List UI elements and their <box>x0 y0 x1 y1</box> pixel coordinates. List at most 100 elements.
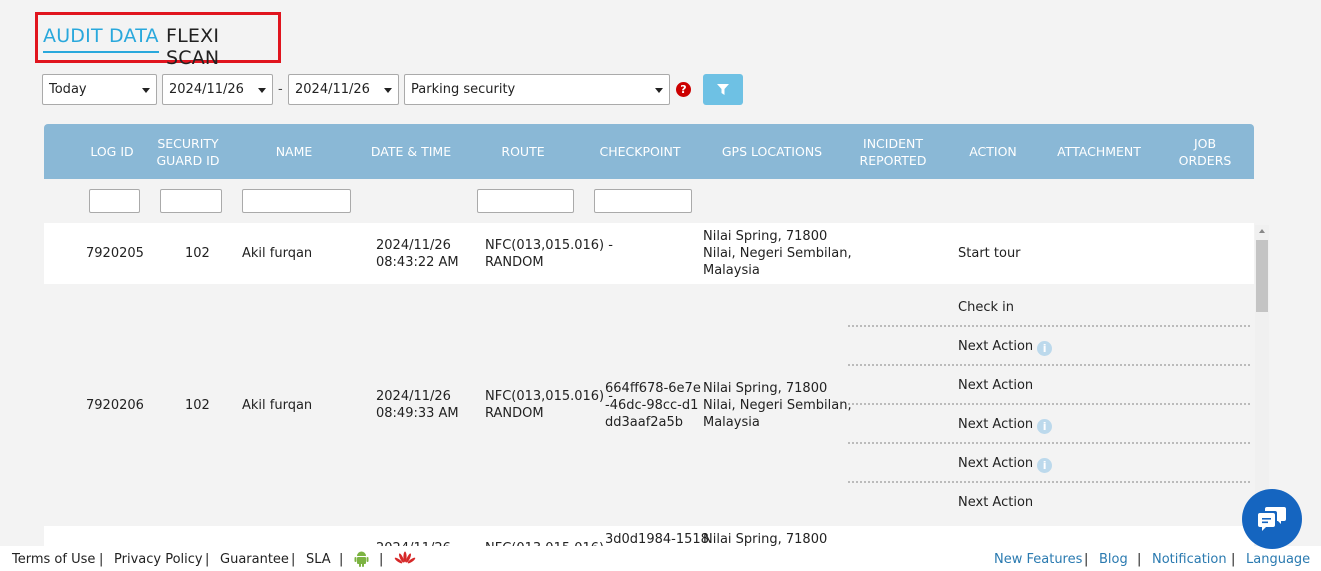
footer-separator: | <box>339 552 344 567</box>
footer-separator: | <box>379 552 384 567</box>
action-cell: Start tour <box>958 246 1021 261</box>
terms-link[interactable]: Terms of Use <box>12 552 95 567</box>
tab-audit-data[interactable]: AUDIT DATA <box>43 25 159 53</box>
new-features-link[interactable]: New Features <box>994 552 1082 567</box>
tab-highlight-box: AUDIT DATA FLEXI SCAN <box>35 12 281 69</box>
info-icon[interactable]: i <box>1037 458 1053 473</box>
chevron-down-icon <box>655 88 663 93</box>
period-select[interactable]: Today <box>42 74 157 105</box>
col-incident-reported[interactable]: INCIDENT REPORTED <box>852 124 934 179</box>
footer-separator: | <box>99 552 104 567</box>
action-cell: Next Action <box>958 378 1034 393</box>
huawei-icon[interactable] <box>394 551 416 566</box>
action-divider <box>848 325 1250 327</box>
col-gps-locations[interactable]: GPS LOCATIONS <box>706 124 838 179</box>
gps-cell: Nilai Spring, 71800 <box>703 229 828 244</box>
footer: Terms of Use | Privacy Policy | Guarante… <box>0 546 1321 571</box>
android-icon[interactable] <box>354 551 369 567</box>
route-filter-input[interactable] <box>477 189 574 213</box>
route-cell: NFC(013,015.016) - <box>485 238 613 253</box>
footer-separator: | <box>1137 552 1142 567</box>
sla-link[interactable]: SLA <box>306 552 331 567</box>
time-cell: 08:49:33 AM <box>376 406 459 421</box>
table-row[interactable]: 7920206 102 Akil furqan 2024/11/26 08:49… <box>44 284 1254 526</box>
footer-separator: | <box>291 552 296 567</box>
action-divider <box>848 403 1250 405</box>
action-cell: Next Action i <box>958 338 1053 356</box>
date-from-value: 2024/11/26 <box>169 82 244 97</box>
gps-cell: Malaysia <box>703 263 760 278</box>
time-cell: 08:43:22 AM <box>376 255 459 270</box>
col-name[interactable]: NAME <box>244 124 344 179</box>
language-link[interactable]: Language <box>1246 552 1310 567</box>
guard-id-cell: 102 <box>185 246 210 261</box>
checkpoint-cell: 664ff678-6e7e <box>605 381 701 396</box>
name-cell: Akil furqan <box>242 398 313 413</box>
action-label: Next Action <box>958 417 1034 432</box>
action-divider <box>848 364 1250 366</box>
route-cell: RANDOM <box>485 255 544 270</box>
info-icon[interactable]: i <box>1037 341 1053 356</box>
name-filter-input[interactable] <box>242 189 351 213</box>
column-filter-row <box>44 179 1254 223</box>
col-route[interactable]: ROUTE <box>478 124 568 179</box>
privacy-link[interactable]: Privacy Policy <box>114 552 203 567</box>
help-icon[interactable]: ? <box>676 82 691 97</box>
action-cell: Next Action i <box>958 416 1053 434</box>
date-cell: 2024/11/26 <box>376 389 451 404</box>
gps-cell: Nilai, Negeri Sembilan, <box>703 398 852 413</box>
log-id-cell: 7920206 <box>86 398 144 413</box>
checkpoint-cell: -46dc-98cc-d1 <box>605 398 699 413</box>
info-icon[interactable]: i <box>1037 419 1053 434</box>
col-action[interactable]: ACTION <box>955 124 1031 179</box>
chat-icon <box>1258 507 1286 531</box>
name-cell: Akil furqan <box>242 246 313 261</box>
log-id-cell: 7920205 <box>86 246 144 261</box>
date-cell: 2024/11/26 <box>376 238 451 253</box>
guarantee-link[interactable]: Guarantee <box>220 552 289 567</box>
date-range-separator: - <box>278 82 283 97</box>
route-cell: NFC(013,015.016) - <box>485 389 613 404</box>
filter-icon <box>717 84 729 95</box>
action-cell: Check in <box>958 300 1014 315</box>
action-cell: Next Action <box>958 495 1034 510</box>
col-date-time[interactable]: DATE & TIME <box>366 124 456 179</box>
chat-button[interactable] <box>1242 489 1302 549</box>
action-label: Next Action <box>958 339 1034 354</box>
col-attachment[interactable]: ATTACHMENT <box>1052 124 1146 179</box>
site-select[interactable]: Parking security <box>404 74 670 105</box>
action-cell: Next Action i <box>958 455 1053 473</box>
footer-separator: | <box>1084 552 1089 567</box>
footer-separator: | <box>205 552 210 567</box>
col-checkpoint[interactable]: CHECKPOINT <box>595 124 685 179</box>
date-to-select[interactable]: 2024/11/26 <box>288 74 399 105</box>
filter-button[interactable] <box>703 74 743 105</box>
notification-link[interactable]: Notification <box>1152 552 1227 567</box>
site-select-value: Parking security <box>411 82 516 97</box>
col-security-guard-id[interactable]: SECURITY GUARD ID <box>155 124 221 179</box>
action-divider <box>848 442 1250 444</box>
log-id-filter-input[interactable] <box>89 189 140 213</box>
scroll-up-icon[interactable] <box>1259 229 1265 233</box>
route-cell: RANDOM <box>485 406 544 421</box>
gps-cell: Nilai, Negeri Sembilan, <box>703 246 852 261</box>
col-log-id[interactable]: LOG ID <box>84 124 140 179</box>
scrollbar-thumb[interactable] <box>1256 240 1268 312</box>
chevron-down-icon <box>384 88 392 93</box>
action-divider <box>848 481 1250 483</box>
date-from-select[interactable]: 2024/11/26 <box>162 74 273 105</box>
chevron-down-icon <box>258 88 266 93</box>
blog-link[interactable]: Blog <box>1099 552 1128 567</box>
period-select-value: Today <box>49 82 87 97</box>
footer-separator: | <box>1231 552 1236 567</box>
chevron-down-icon <box>142 88 150 93</box>
action-label: Next Action <box>958 456 1034 471</box>
guard-id-cell: 102 <box>185 398 210 413</box>
col-job-orders[interactable]: JOB ORDERS <box>1172 124 1238 179</box>
tab-flexi-scan[interactable]: FLEXI SCAN <box>166 25 278 69</box>
checkpoint-filter-input[interactable] <box>594 189 692 213</box>
guard-id-filter-input[interactable] <box>160 189 222 213</box>
gps-cell: Malaysia <box>703 415 760 430</box>
table-row[interactable]: 7920205 102 Akil furqan 2024/11/26 08:43… <box>44 223 1254 284</box>
date-to-value: 2024/11/26 <box>295 82 370 97</box>
